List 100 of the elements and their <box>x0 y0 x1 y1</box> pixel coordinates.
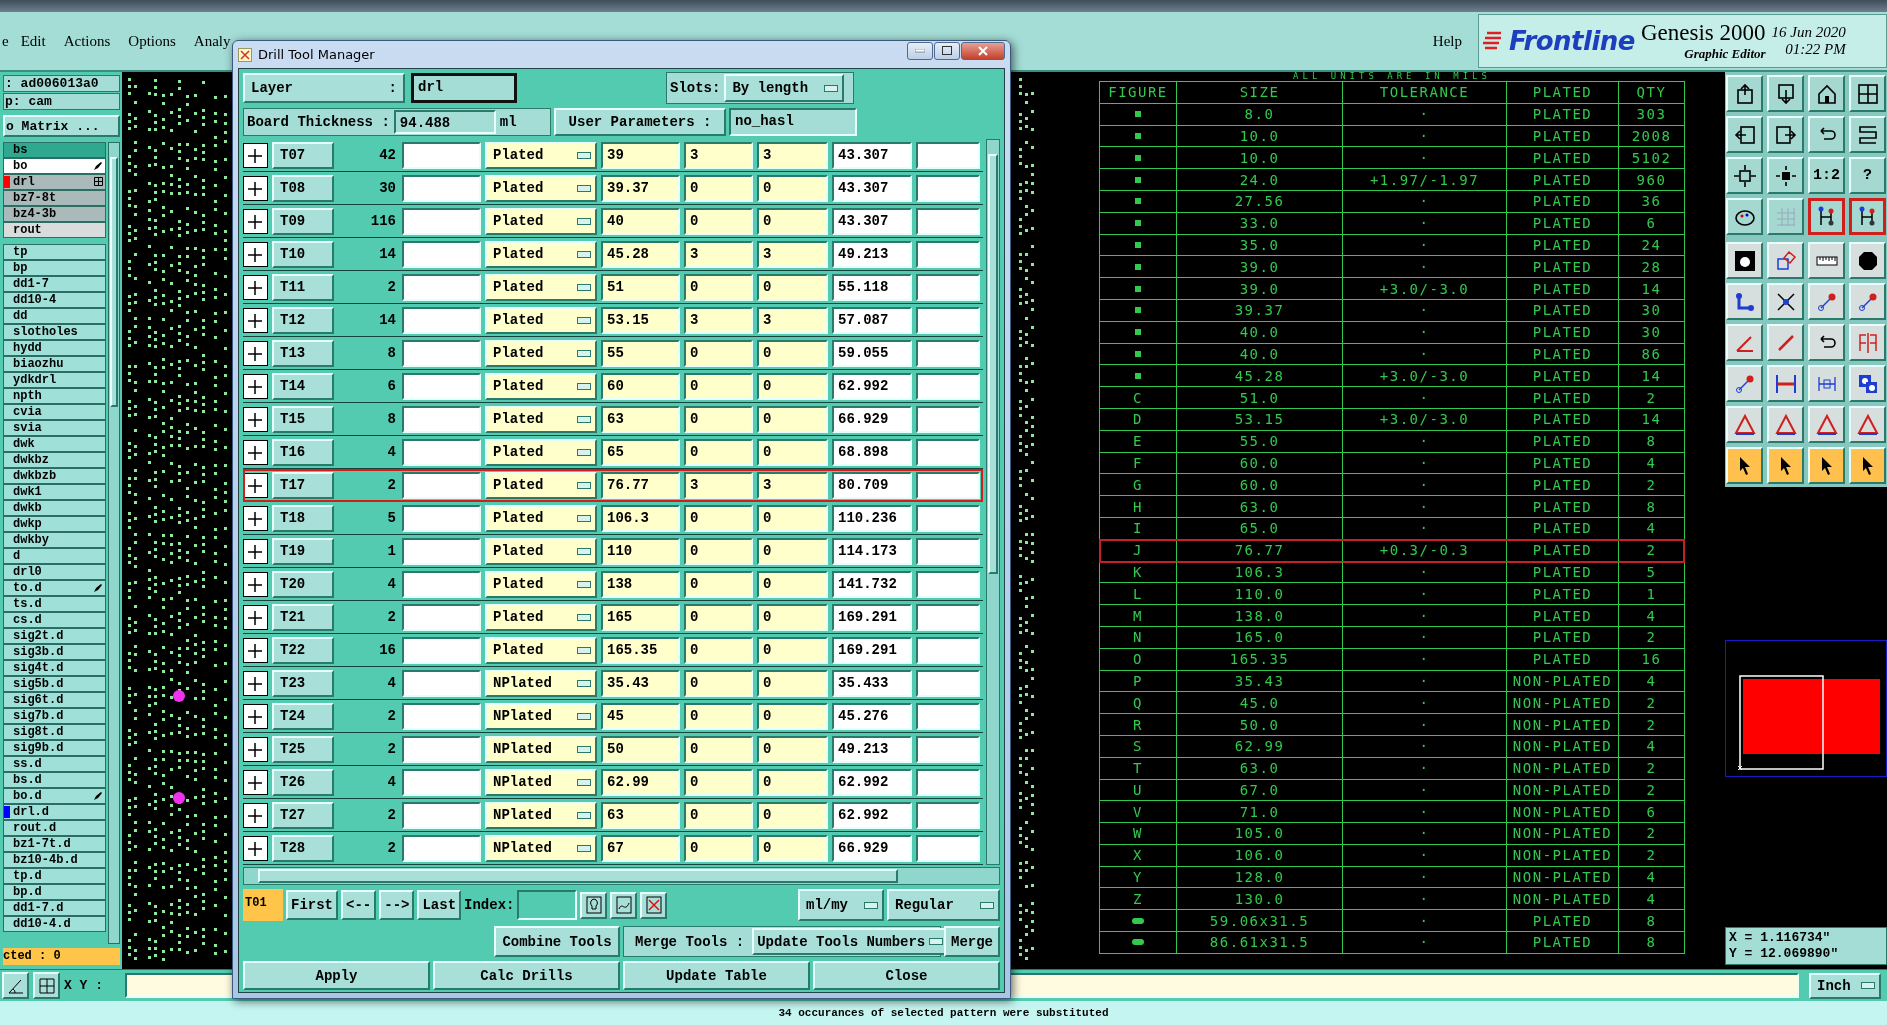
table-cell-text: 4 <box>1645 889 1658 909</box>
hole-count: 8 <box>386 411 397 427</box>
table-cell: Q <box>1100 692 1177 714</box>
table-cell: · <box>1343 801 1507 823</box>
table-cell-text: 2 <box>1645 780 1658 800</box>
date-text: 16 Jun 2020 <box>1771 24 1846 41</box>
hole-count: 4 <box>386 444 397 460</box>
table-cell: 128.0 <box>1177 866 1343 888</box>
table-cell-text: 8 <box>1645 432 1658 452</box>
table-cell: N <box>1100 626 1177 648</box>
table-cell: 105.0 <box>1177 823 1343 844</box>
table-cell: H <box>1100 496 1177 517</box>
table-cell: PLATED <box>1507 365 1619 387</box>
table-cell-text: 4 <box>1645 868 1658 888</box>
table-cell-text: 4 <box>1645 519 1658 539</box>
table-cell: NON-PLATED <box>1507 757 1619 779</box>
field-label: Slots: <box>670 80 721 96</box>
table-cell: · <box>1343 212 1507 234</box>
table-cell-text: 2 <box>1645 388 1658 408</box>
table-cell: S <box>1100 735 1177 757</box>
window-title: Drill Tool Manager <box>258 47 375 62</box>
table-cell: · <box>1343 648 1507 670</box>
table-cell-text: 8 <box>1645 911 1658 931</box>
table-cell: 40.0 <box>1177 343 1343 365</box>
table-cell: PLATED <box>1507 191 1619 212</box>
table-cell: 24.0 <box>1177 169 1343 190</box>
status-message: 34 occurances of selected pattern were substituted <box>778 1007 1109 1019</box>
table-cell: 60.0 <box>1177 474 1343 496</box>
table-cell: T <box>1100 757 1177 779</box>
table-cell: PLATED <box>1507 430 1619 452</box>
table-cell: V <box>1100 801 1177 823</box>
table-cell-text: 86 <box>1640 344 1663 364</box>
table-cell: C <box>1100 387 1177 408</box>
hole-count: 5 <box>386 510 397 526</box>
table-cell-text: 2 <box>1645 628 1658 648</box>
table-cell: · <box>1343 387 1507 408</box>
units-note: ALL UNITS ARE IN MILS <box>1293 72 1491 81</box>
table-cell: G <box>1100 474 1177 496</box>
table-cell-text: 16 <box>1640 650 1663 670</box>
table-cell: · <box>1343 517 1507 539</box>
table-cell: · <box>1343 299 1507 321</box>
table-cell: NON-PLATED <box>1507 735 1619 757</box>
product-subtitle: Graphic Editor <box>1684 46 1766 62</box>
coordinate-readout: X = 1.116734" <box>1729 930 1832 946</box>
table-cell: 67.0 <box>1177 779 1343 801</box>
column-header: QTY <box>1635 83 1668 103</box>
table-cell-text: 14 <box>1640 366 1663 386</box>
table-cell: PLATED <box>1507 147 1619 169</box>
column-header: PLATED <box>1507 82 1619 103</box>
table-cell: PLATED <box>1507 212 1619 234</box>
table-cell: PLATED <box>1507 343 1619 365</box>
table-cell-text: 2 <box>1645 824 1658 844</box>
hole-count: 2 <box>386 609 397 625</box>
table-cell: PLATED <box>1507 626 1619 648</box>
table-cell: PLATED <box>1507 474 1619 496</box>
table-cell-text: 4 <box>1645 606 1658 626</box>
table-cell: 76.77 <box>1177 539 1343 561</box>
table-cell: · <box>1343 626 1507 648</box>
table-cell: · <box>1343 888 1507 910</box>
hole-count: 4 <box>386 576 397 592</box>
table-cell-text: 8 <box>1645 933 1658 953</box>
table-cell-text: 14 <box>1640 279 1663 299</box>
table-cell: PLATED <box>1507 583 1619 605</box>
table-cell: · <box>1343 692 1507 714</box>
field-label: Index: <box>464 897 515 913</box>
table-cell: · <box>1343 932 1507 953</box>
selected-count: cted : 0 <box>3 948 120 965</box>
table-cell: U <box>1100 779 1177 801</box>
table-cell-text: 2 <box>1645 475 1658 495</box>
table-cell: 39.37 <box>1177 299 1343 321</box>
table-cell: 8.0 <box>1177 103 1343 125</box>
hole-count: 116 <box>369 213 397 229</box>
table-cell-text: 28 <box>1640 257 1663 277</box>
hole-count: 16 <box>378 642 397 658</box>
table-cell: PLATED <box>1507 517 1619 539</box>
table-cell: PLATED <box>1507 321 1619 343</box>
table-cell: M <box>1100 605 1177 626</box>
table-cell: 86.61x31.5 <box>1177 932 1343 953</box>
table-cell: · <box>1343 757 1507 779</box>
table-cell: 106.3 <box>1177 561 1343 583</box>
table-cell: L <box>1100 583 1177 605</box>
table-cell: Z <box>1100 888 1177 910</box>
table-cell-text: 2 <box>1645 759 1658 779</box>
hole-count: 2 <box>386 279 397 295</box>
table-cell: · <box>1343 147 1507 169</box>
table-cell: 106.0 <box>1177 844 1343 866</box>
table-cell: · <box>1343 103 1507 125</box>
table-cell: 45.0 <box>1177 692 1343 714</box>
table-cell: 10.0 <box>1177 147 1343 169</box>
table-cell: +1.97/-1.97 <box>1343 169 1507 190</box>
table-cell-text: 6 <box>1645 802 1658 822</box>
table-cell: PLATED <box>1507 932 1619 953</box>
hole-count: 42 <box>378 147 397 163</box>
table-cell: 138.0 <box>1177 605 1343 626</box>
table-cell: · <box>1343 496 1507 517</box>
table-cell: 53.15 <box>1177 408 1343 430</box>
table-cell: · <box>1343 256 1507 278</box>
table-cell: 59.06x31.5 <box>1177 910 1343 932</box>
coordinate-readout: Y = 12.069890" <box>1729 946 1840 962</box>
table-cell: E <box>1100 430 1177 452</box>
